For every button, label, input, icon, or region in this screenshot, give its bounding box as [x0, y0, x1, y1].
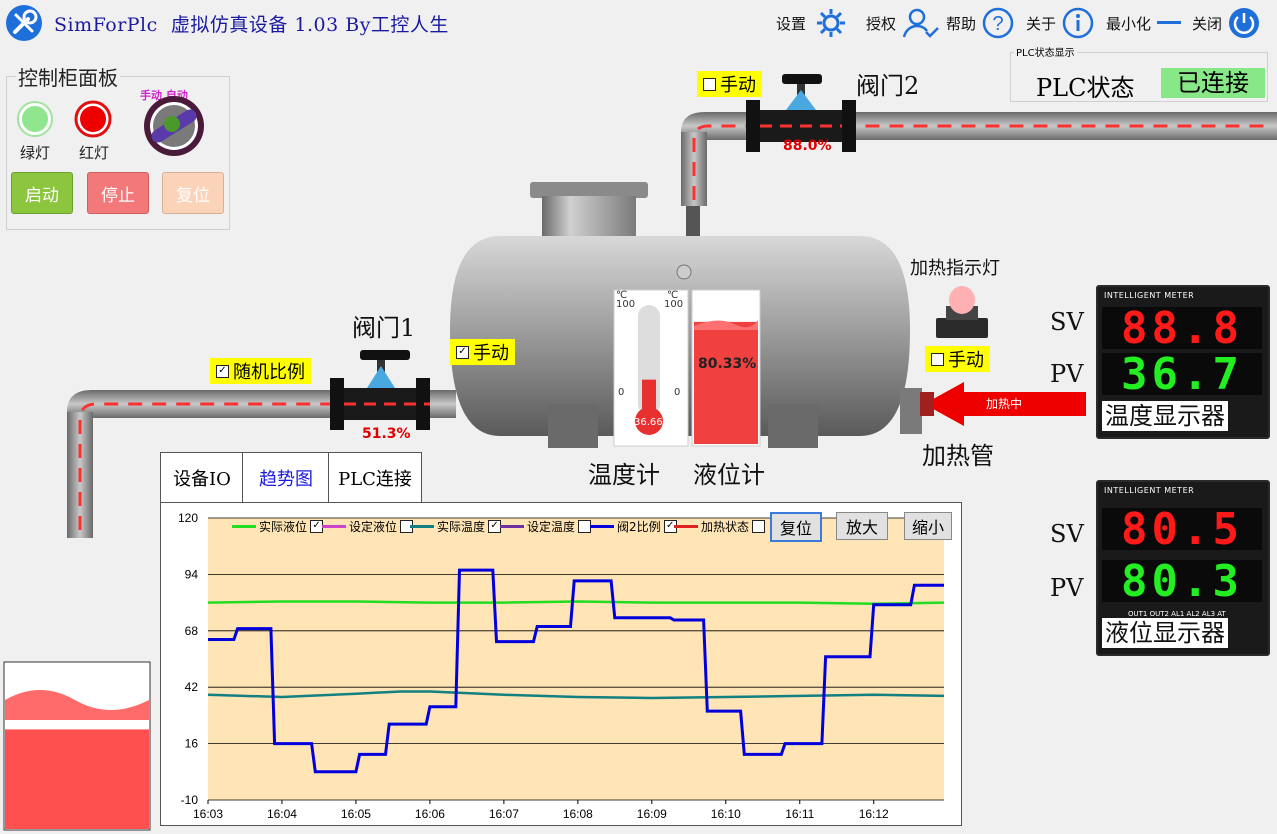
level-pv-display: 80.3 — [1102, 556, 1262, 607]
level-meter-footer: OUT1 OUT2 AL1 AL2 AL3 AT — [1128, 610, 1226, 618]
plot-area — [208, 518, 944, 800]
valve-1-percent: 51.3% — [362, 426, 411, 442]
x-tick-label: 16:06 — [415, 807, 445, 821]
legend-actual-temp[interactable]: 实际温度 ✓ — [410, 518, 502, 535]
chart-reset-button[interactable]: 复位 — [770, 512, 822, 542]
level-meter-header: INTELLIGENT METER — [1104, 486, 1195, 495]
heater-indicator-label: 加热指示灯 — [910, 258, 1000, 279]
temp-meter-name: 温度显示器 — [1102, 401, 1228, 431]
heater-indicator-lamp — [936, 286, 988, 338]
heater-manual-label: 手动 — [948, 350, 984, 371]
y-tick-label: 120 — [178, 511, 198, 525]
valve-2-manual-label: 手动 — [720, 75, 756, 96]
valve-2-percent: 88.0% — [783, 138, 832, 154]
temp-pv-label: PV — [1050, 360, 1084, 388]
legend-actual-level[interactable]: 实际液位 ✓ — [232, 518, 324, 535]
thermo-min-right: 0 — [674, 387, 681, 398]
temp-meter-header: INTELLIGENT METER — [1104, 291, 1195, 300]
legend-set-temp[interactable]: 设定温度 — [500, 518, 592, 535]
legend-swatch — [410, 525, 434, 528]
x-tick-label: 16:07 — [489, 807, 519, 821]
legend-swatch — [232, 525, 256, 528]
legend-heating-state[interactable]: 加热状态 — [674, 518, 766, 535]
x-tick-label: 16:04 — [267, 807, 297, 821]
thermometer-value: 36.66 — [634, 417, 663, 428]
x-tick-label: 16:11 — [785, 807, 814, 821]
level-pv-label: PV — [1050, 574, 1084, 602]
legend-label: 设定温度 — [527, 520, 576, 534]
heater-label: 加热管 — [922, 442, 994, 470]
temperature-meter: INTELLIGENT METER 88.8 36.7 温度显示器 — [1096, 285, 1270, 439]
legend-valve2-ratio[interactable]: 阀2比例 ✓ — [590, 518, 677, 535]
legend-set-level[interactable]: 设定液位 — [322, 518, 414, 535]
level-sv-label: SV — [1050, 520, 1084, 548]
legend-swatch — [500, 525, 524, 528]
trend-chart: 120 94 68 42 16 -10 16:03 16:04 16:05 16:06 16:07… — [178, 511, 945, 821]
x-axis-ticks: 16:03 16:04 16:05 16:06 16:07 16:08 16:09 16:10… — [193, 800, 889, 821]
tab-device-io[interactable]: 设备IO — [160, 452, 244, 503]
y-axis-ticks: 120 94 68 42 16 -10 — [178, 511, 198, 807]
x-tick-label: 16:09 — [637, 807, 667, 821]
legend-swatch — [674, 525, 698, 528]
valve-1-manual-label: 手动 — [473, 343, 509, 364]
thermo-max-right: 100 — [664, 299, 684, 310]
x-tick-label: 16:05 — [341, 807, 371, 821]
valve-1-manual-checkmark: ✓ — [456, 345, 469, 359]
y-tick-label: 42 — [185, 680, 199, 694]
thermo-min-left: 0 — [618, 387, 625, 398]
valve-1-random-checkmark: ✓ — [216, 364, 229, 378]
valve-1[interactable] — [330, 350, 456, 430]
tab-plc-connection[interactable]: PLC连接 — [328, 452, 422, 503]
x-tick-label: 16:10 — [711, 807, 741, 821]
valve-1-manual-checkbox[interactable]: ✓ 手动 — [450, 339, 515, 365]
legend-label: 实际温度 — [437, 520, 486, 534]
temp-sv-label: SV — [1050, 308, 1084, 336]
level-meter: INTELLIGENT METER 80.5 80.3 OUT1 OUT2 AL… — [1096, 480, 1270, 656]
x-tick-label: 16:03 — [193, 807, 223, 821]
y-tick-label: 94 — [185, 567, 199, 581]
x-tick-label: 16:08 — [563, 807, 593, 821]
temp-sv-display: 88.8 — [1102, 303, 1262, 354]
y-tick-label: 68 — [185, 624, 199, 638]
legend-label: 加热状态 — [701, 520, 750, 534]
x-tick-label: 16:12 — [859, 807, 889, 821]
legend-swatch — [590, 525, 614, 528]
thermo-max-left: 100 — [616, 299, 636, 310]
valve-2-manual-checkmark — [703, 77, 716, 91]
legend-label: 阀2比例 — [617, 520, 661, 534]
y-tick-label: -10 — [181, 793, 199, 807]
level-gauge-fill — [694, 321, 758, 444]
level-meter-name: 液位显示器 — [1102, 618, 1228, 648]
chart-zoom-out-button[interactable]: 缩小 — [904, 512, 952, 540]
level-gauge-label: 液位计 — [693, 461, 765, 489]
tab-trend[interactable]: 趋势图 — [242, 452, 330, 503]
temp-pv-display: 36.7 — [1102, 349, 1262, 400]
bottom-left-tank — [3, 661, 151, 831]
bottom-tank-fill — [5, 729, 149, 829]
valve-1-random-label: 随机比例 — [233, 362, 305, 383]
y-tick-label: 16 — [185, 737, 199, 751]
legend-label: 实际液位 — [259, 520, 308, 534]
heater-manual-checkbox[interactable]: 手动 — [925, 346, 990, 372]
heater-arrow-text: 加热中 — [986, 397, 1023, 411]
valve-1-random-checkbox[interactable]: ✓ 随机比例 — [210, 358, 311, 384]
heater-manual-checkmark — [931, 352, 944, 366]
legend-checkbox[interactable] — [752, 520, 766, 533]
valve-2-manual-checkbox[interactable]: 手动 — [697, 71, 762, 97]
valve-2-label: 阀门2 — [856, 72, 920, 100]
level-sv-display: 80.5 — [1102, 504, 1262, 555]
valve-1-label: 阀门1 — [352, 314, 416, 342]
legend-label: 设定液位 — [349, 520, 398, 534]
legend-swatch — [322, 525, 346, 528]
thermometer-label: 温度计 — [588, 461, 660, 489]
level-gauge-value: 80.33% — [698, 356, 757, 372]
chart-zoom-in-button[interactable]: 放大 — [836, 512, 888, 540]
